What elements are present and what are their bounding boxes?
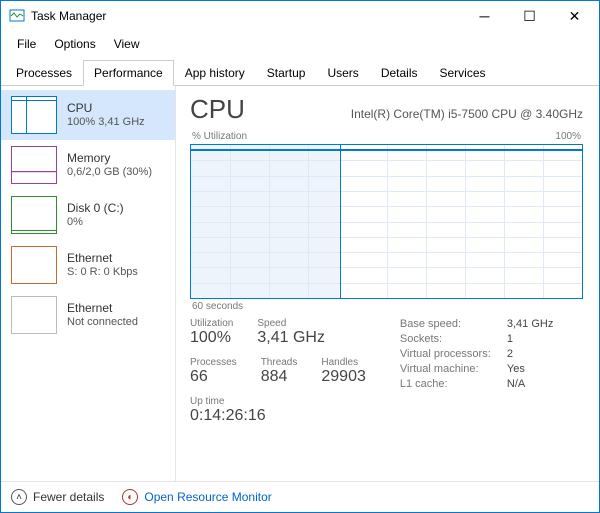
vproc-lbl: Virtual processors: — [400, 348, 495, 360]
tab-startup[interactable]: Startup — [256, 60, 317, 86]
page-title: CPU — [190, 94, 245, 125]
hundred-label: 100% — [555, 131, 581, 142]
utilization-chart — [190, 144, 583, 299]
monitor-label: Open Resource Monitor — [144, 490, 271, 504]
speed-val: 3,41 GHz — [257, 329, 325, 347]
util-val: 100% — [190, 329, 233, 347]
sock-lbl: Sockets: — [400, 333, 495, 345]
base-val: 3,41 GHz — [507, 318, 553, 330]
util-label: % Utilization — [192, 131, 247, 142]
eth0-thumb-graph — [11, 246, 57, 284]
hnd-val: 29903 — [321, 368, 366, 386]
menu-options[interactable]: Options — [46, 33, 103, 55]
maximize-button[interactable]: ☐ — [507, 1, 552, 31]
chevron-up-icon: ˄ — [11, 489, 27, 505]
up-lbl: Up time — [190, 396, 366, 407]
sidebar-item-disk[interactable]: Disk 0 (C:)0% — [1, 190, 175, 240]
disk-sub: 0% — [67, 216, 124, 230]
disk-name: Disk 0 (C:) — [67, 201, 124, 216]
resource-monitor-icon: ◐ — [122, 489, 138, 505]
l1-val: N/A — [507, 378, 525, 390]
l1-lbl: L1 cache: — [400, 378, 495, 390]
cpu-thumb-graph — [11, 96, 57, 134]
sidebar: CPU100% 3,41 GHz Memory0,6/2,0 GB (30%) … — [1, 86, 176, 481]
tab-users[interactable]: Users — [316, 60, 369, 86]
vm-lbl: Virtual machine: — [400, 363, 495, 375]
main-panel: CPU Intel(R) Core(TM) i5-7500 CPU @ 3.40… — [176, 86, 599, 481]
time-axis-label: 60 seconds — [192, 301, 581, 312]
eth1-sub: Not connected — [67, 316, 138, 330]
sidebar-item-memory[interactable]: Memory0,6/2,0 GB (30%) — [1, 140, 175, 190]
window-title: Task Manager — [31, 9, 462, 23]
vm-val: Yes — [507, 363, 525, 375]
tab-services[interactable]: Services — [429, 60, 497, 86]
app-icon — [9, 8, 25, 24]
task-manager-window: Task Manager ─ ☐ ✕ File Options View Pro… — [0, 0, 600, 513]
tab-apphistory[interactable]: App history — [174, 60, 256, 86]
footer: ˄ Fewer details ◐ Open Resource Monitor — [1, 481, 599, 512]
sock-val: 1 — [507, 333, 513, 345]
base-lbl: Base speed: — [400, 318, 495, 330]
open-resource-monitor-link[interactable]: ◐ Open Resource Monitor — [122, 489, 271, 505]
titlebar: Task Manager ─ ☐ ✕ — [1, 1, 599, 31]
tab-details[interactable]: Details — [370, 60, 429, 86]
eth1-name: Ethernet — [67, 301, 138, 316]
fewer-details-button[interactable]: ˄ Fewer details — [11, 489, 104, 505]
thr-lbl: Threads — [261, 357, 298, 368]
menu-view[interactable]: View — [106, 33, 148, 55]
menubar: File Options View — [1, 31, 599, 57]
menu-file[interactable]: File — [9, 33, 44, 55]
disk-thumb-graph — [11, 196, 57, 234]
close-button[interactable]: ✕ — [552, 1, 597, 31]
tabs: Processes Performance App history Startu… — [1, 59, 599, 86]
up-val: 0:14:26:16 — [190, 407, 366, 425]
sidebar-item-ethernet-0[interactable]: EthernetS: 0 R: 0 Kbps — [1, 240, 175, 290]
sidebar-item-cpu[interactable]: CPU100% 3,41 GHz — [1, 90, 175, 140]
hnd-lbl: Handles — [321, 357, 366, 368]
eth0-name: Ethernet — [67, 251, 138, 266]
fewer-label: Fewer details — [33, 490, 104, 504]
cpu-sub: 100% 3,41 GHz — [67, 116, 145, 130]
tab-processes[interactable]: Processes — [5, 60, 83, 86]
stats-block: Utilization100% Speed3,41 GHz Processes6… — [190, 318, 583, 425]
util-lbl: Utilization — [190, 318, 233, 329]
eth1-thumb-graph — [11, 296, 57, 334]
cpu-name: CPU — [67, 101, 145, 116]
speed-lbl: Speed — [257, 318, 325, 329]
tab-performance[interactable]: Performance — [83, 60, 174, 86]
cpu-model: Intel(R) Core(TM) i5-7500 CPU @ 3.40GHz — [351, 107, 583, 121]
thr-val: 884 — [261, 368, 298, 386]
memory-thumb-graph — [11, 146, 57, 184]
content-area: CPU100% 3,41 GHz Memory0,6/2,0 GB (30%) … — [1, 86, 599, 481]
vproc-val: 2 — [507, 348, 513, 360]
sidebar-item-ethernet-1[interactable]: EthernetNot connected — [1, 290, 175, 340]
memory-sub: 0,6/2,0 GB (30%) — [67, 166, 152, 180]
eth0-sub: S: 0 R: 0 Kbps — [67, 266, 138, 280]
proc-val: 66 — [190, 368, 237, 386]
minimize-button[interactable]: ─ — [462, 1, 507, 31]
memory-name: Memory — [67, 151, 152, 166]
proc-lbl: Processes — [190, 357, 237, 368]
